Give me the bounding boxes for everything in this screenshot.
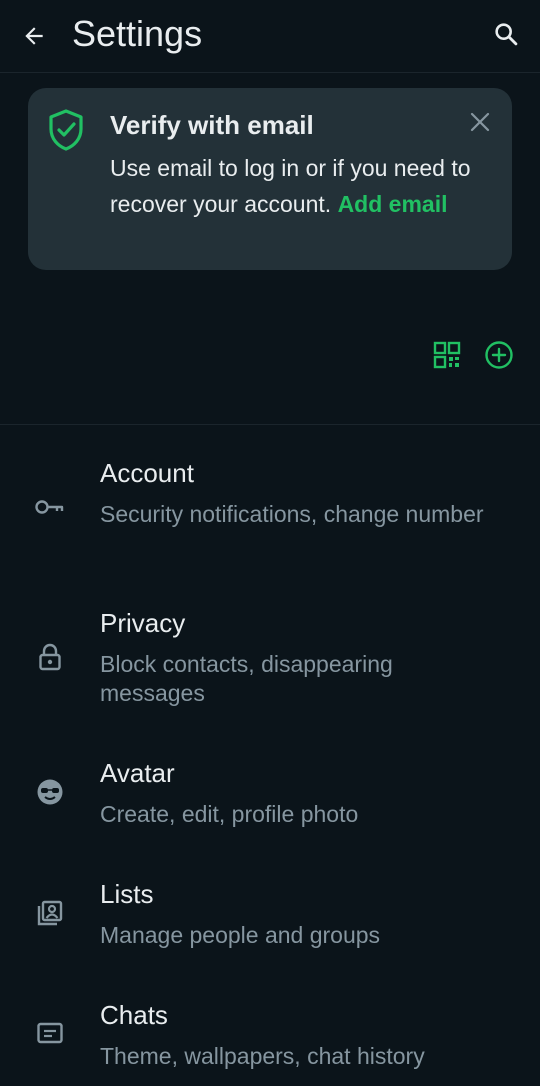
lock-icon xyxy=(30,637,70,677)
qr-code-icon xyxy=(433,341,461,369)
app-bar: Settings xyxy=(0,0,540,73)
page-title: Settings xyxy=(72,13,203,54)
settings-item-privacy[interactable]: Privacy Block contacts, disappearing mes… xyxy=(0,600,540,726)
plus-circle-icon xyxy=(485,341,513,369)
item-subtitle: Create, edit, profile photo xyxy=(100,801,359,827)
verify-email-banner: Verify with email Use email to log in or… xyxy=(28,88,512,270)
item-title: Avatar xyxy=(100,758,175,788)
banner-body: Use email to log in or if you need to re… xyxy=(110,150,502,222)
add-account-button[interactable] xyxy=(482,338,516,372)
close-icon xyxy=(470,112,490,132)
avatar-icon xyxy=(30,772,70,812)
banner-title: Verify with email xyxy=(110,110,314,140)
search-icon xyxy=(495,23,518,46)
item-subtitle: Theme, wallpapers, chat history xyxy=(100,1043,425,1069)
lists-icon xyxy=(30,893,70,933)
item-subtitle: Security notifications, change number xyxy=(100,501,484,527)
settings-item-avatar[interactable]: Avatar Create, edit, profile photo xyxy=(0,750,540,850)
profile-row[interactable] xyxy=(0,280,540,425)
chat-icon xyxy=(30,1014,70,1054)
item-subtitle: Manage people and groups xyxy=(100,922,381,948)
qr-code-button[interactable] xyxy=(430,338,464,372)
item-subtitle: Block contacts, disappearing messages xyxy=(100,651,393,706)
settings-item-account[interactable]: Account Security notifications, change n… xyxy=(0,450,540,576)
close-button[interactable] xyxy=(466,108,494,136)
settings-screen: Settings Verify with email Use email to … xyxy=(0,0,540,1086)
settings-item-chats[interactable]: Chats Theme, wallpapers, chat history xyxy=(0,992,540,1086)
item-title: Privacy xyxy=(100,608,186,638)
item-title: Chats xyxy=(100,1000,168,1030)
search-button[interactable] xyxy=(486,14,526,54)
key-icon xyxy=(30,487,70,527)
item-title: Account xyxy=(100,458,194,488)
settings-item-lists[interactable]: Lists Manage people and groups xyxy=(0,871,540,971)
item-title: Lists xyxy=(100,879,154,909)
back-button[interactable] xyxy=(14,16,54,56)
add-email-link[interactable]: Add email xyxy=(338,191,448,217)
shield-check-icon xyxy=(49,109,83,151)
arrow-left-icon xyxy=(25,27,43,45)
